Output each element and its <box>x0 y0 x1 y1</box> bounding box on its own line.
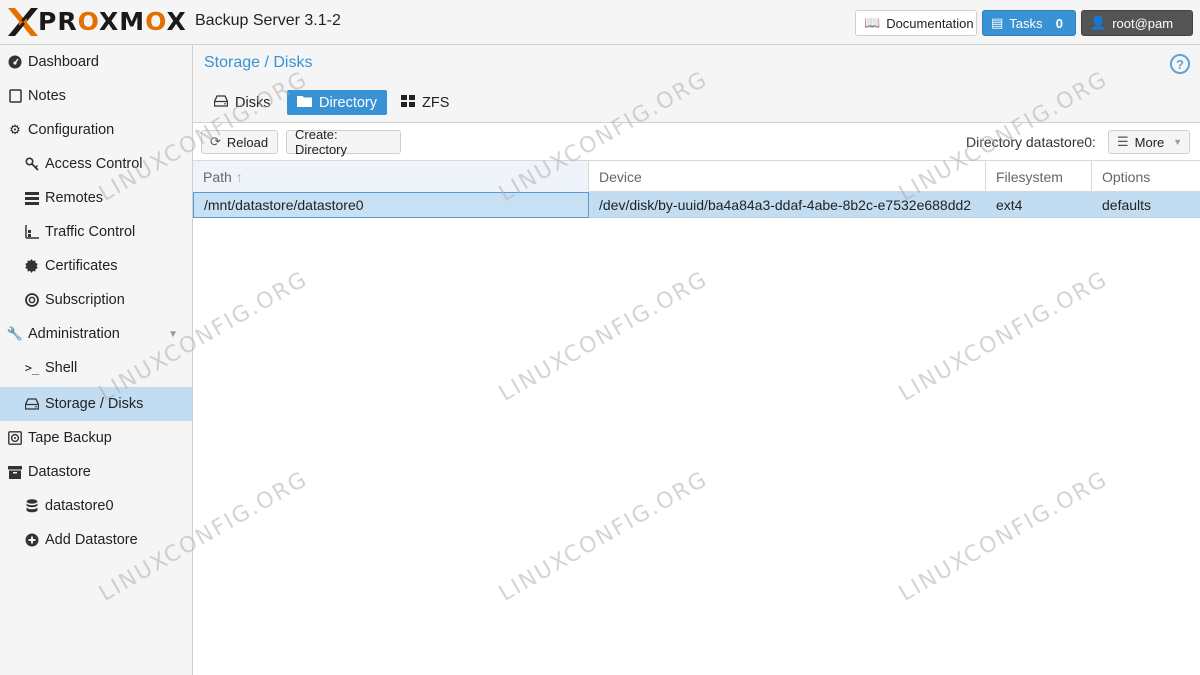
create-directory-button[interactable]: Create: Directory <box>286 127 401 157</box>
breadcrumb: Storage / Disks <box>204 54 313 71</box>
table-row[interactable]: /mnt/datastore/datastore0 /dev/disk/by-u… <box>193 192 1200 218</box>
sidebar: Dashboard Notes ⚙ Configuration Access C… <box>0 45 193 675</box>
hdd-icon <box>24 396 40 412</box>
sidebar-item-label: Remotes <box>45 190 104 206</box>
sidebar-item-label: Dashboard <box>28 54 99 70</box>
th-large-icon <box>401 95 415 110</box>
bar-chart-icon <box>24 224 40 240</box>
folder-icon <box>297 95 312 110</box>
selection-context-label: Directory datastore0: <box>966 134 1096 150</box>
create-directory-label: Create: Directory <box>295 127 348 157</box>
grid-header: Path ↑ Device Filesystem Options <box>193 161 1200 192</box>
sidebar-item-datastore0[interactable]: datastore0 <box>0 489 192 523</box>
sidebar-item-label: Datastore <box>28 464 91 480</box>
sidebar-item-label: datastore0 <box>45 498 114 514</box>
sidebar-item-label: Access Control <box>45 156 143 172</box>
sidebar-item-label: Shell <box>45 360 78 376</box>
sidebar-item-traffic-control[interactable]: Traffic Control <box>0 215 192 249</box>
tab-zfs[interactable]: ZFS <box>392 90 458 115</box>
tasks-count: 0 <box>1055 15 1063 31</box>
reload-button[interactable]: ⟳ Reload <box>201 130 278 154</box>
documentation-label: Documentation <box>886 15 974 31</box>
help-icon[interactable]: ? <box>1170 54 1190 74</box>
chevron-down-icon[interactable]: ▼ <box>168 329 178 340</box>
sidebar-item-datastore[interactable]: Datastore <box>0 455 192 489</box>
user-menu-button[interactable]: 👤 root@pam <box>1081 10 1193 36</box>
sidebar-item-label: Administration <box>28 326 120 342</box>
reload-label: Reload <box>226 134 269 150</box>
plus-circle-icon <box>24 532 40 548</box>
tab-label: ZFS <box>422 94 450 111</box>
bars-icon: ☰ <box>1117 134 1129 149</box>
sidebar-item-label: Tape Backup <box>28 430 112 446</box>
sidebar-item-add-datastore[interactable]: Add Datastore <box>0 523 192 557</box>
main-panel: Storage / Disks ? Disks Directory ZFS ⟳ … <box>193 45 1200 675</box>
terminal-icon: >_ <box>24 361 40 375</box>
sidebar-item-label: Configuration <box>28 122 115 138</box>
cell-device[interactable]: /dev/disk/by-uuid/ba4a84a3-ddaf-4abe-8b2… <box>589 192 986 218</box>
tasks-label: Tasks <box>1009 15 1043 31</box>
hdd-icon <box>213 95 229 110</box>
documentation-button[interactable]: 📖 Documentation <box>855 10 977 36</box>
sidebar-item-shell[interactable]: >_ Shell <box>0 351 192 385</box>
support-icon <box>24 292 40 308</box>
sort-ascending-icon: ↑ <box>235 168 243 185</box>
more-menu-button[interactable]: ☰ More ▼ <box>1108 130 1190 154</box>
list-icon: ▤ <box>991 15 1004 30</box>
sidebar-item-remotes[interactable]: Remotes <box>0 181 192 215</box>
server-icon <box>24 190 40 206</box>
sidebar-item-label: Storage / Disks <box>45 396 144 412</box>
note-icon <box>7 88 23 104</box>
sidebar-item-certificates[interactable]: Certificates <box>0 249 192 283</box>
proxmox-logo: PROXMOX <box>8 8 188 36</box>
sidebar-item-storage-disks[interactable]: Storage / Disks <box>0 387 192 421</box>
sidebar-item-configuration[interactable]: ⚙ Configuration <box>0 113 192 147</box>
key-icon <box>24 156 40 172</box>
sidebar-item-notes[interactable]: Notes <box>0 79 192 113</box>
sidebar-item-label: Traffic Control <box>45 224 136 240</box>
cell-options[interactable]: defaults <box>1092 192 1200 218</box>
dashboard-icon <box>7 54 23 70</box>
database-icon <box>24 498 40 514</box>
chevron-down-icon: ▼ <box>1173 137 1182 147</box>
panel-header: Storage / Disks ? Disks Directory ZFS <box>193 45 1200 123</box>
product-version: Backup Server 3.1-2 <box>195 12 341 29</box>
tasks-button[interactable]: ▤ Tasks 0 <box>982 10 1076 36</box>
archive-icon <box>7 464 23 480</box>
certificate-icon <box>24 258 40 274</box>
refresh-icon: ⟳ <box>210 134 221 149</box>
sidebar-item-label: Subscription <box>45 292 125 308</box>
column-header-filesystem[interactable]: Filesystem <box>986 161 1092 192</box>
sidebar-item-label: Add Datastore <box>45 532 138 548</box>
directory-grid: Path ↑ Device Filesystem Options /mnt/da… <box>193 161 1200 218</box>
user-icon: 👤 <box>1090 15 1107 30</box>
more-label: More <box>1134 134 1165 150</box>
user-label: root@pam <box>1112 15 1174 31</box>
sidebar-item-administration[interactable]: 🔧 Administration ▼ <box>0 317 192 351</box>
sidebar-item-tape-backup[interactable]: Tape Backup <box>0 421 192 455</box>
cell-filesystem[interactable]: ext4 <box>986 192 1092 218</box>
tape-icon <box>7 430 23 446</box>
tab-directory[interactable]: Directory <box>287 90 388 115</box>
column-header-path[interactable]: Path ↑ <box>193 161 589 192</box>
tab-label: Directory <box>319 94 378 111</box>
sidebar-item-label: Certificates <box>45 258 118 274</box>
tab-disks[interactable]: Disks <box>205 90 279 115</box>
top-bar: PROXMOX Backup Server 3.1-2 📖 Documentat… <box>0 0 1200 45</box>
tab-label: Disks <box>235 94 271 111</box>
wrench-icon: 🔧 <box>6 326 24 341</box>
sidebar-item-dashboard[interactable]: Dashboard <box>0 45 192 79</box>
book-icon: 📖 <box>864 15 881 30</box>
column-header-options[interactable]: Options <box>1092 161 1200 192</box>
sidebar-item-label: Notes <box>28 88 66 104</box>
sidebar-item-subscription[interactable]: Subscription <box>0 283 192 317</box>
gears-icon: ⚙ <box>9 122 21 137</box>
sidebar-item-access-control[interactable]: Access Control <box>0 147 192 181</box>
proxmox-x-icon <box>8 8 38 36</box>
cell-path[interactable]: /mnt/datastore/datastore0 <box>193 192 589 218</box>
column-header-device[interactable]: Device <box>589 161 986 192</box>
logo-wordmark: PROXMOX <box>38 7 187 36</box>
toolbar: ⟳ Reload Create: Directory Directory dat… <box>193 123 1200 161</box>
